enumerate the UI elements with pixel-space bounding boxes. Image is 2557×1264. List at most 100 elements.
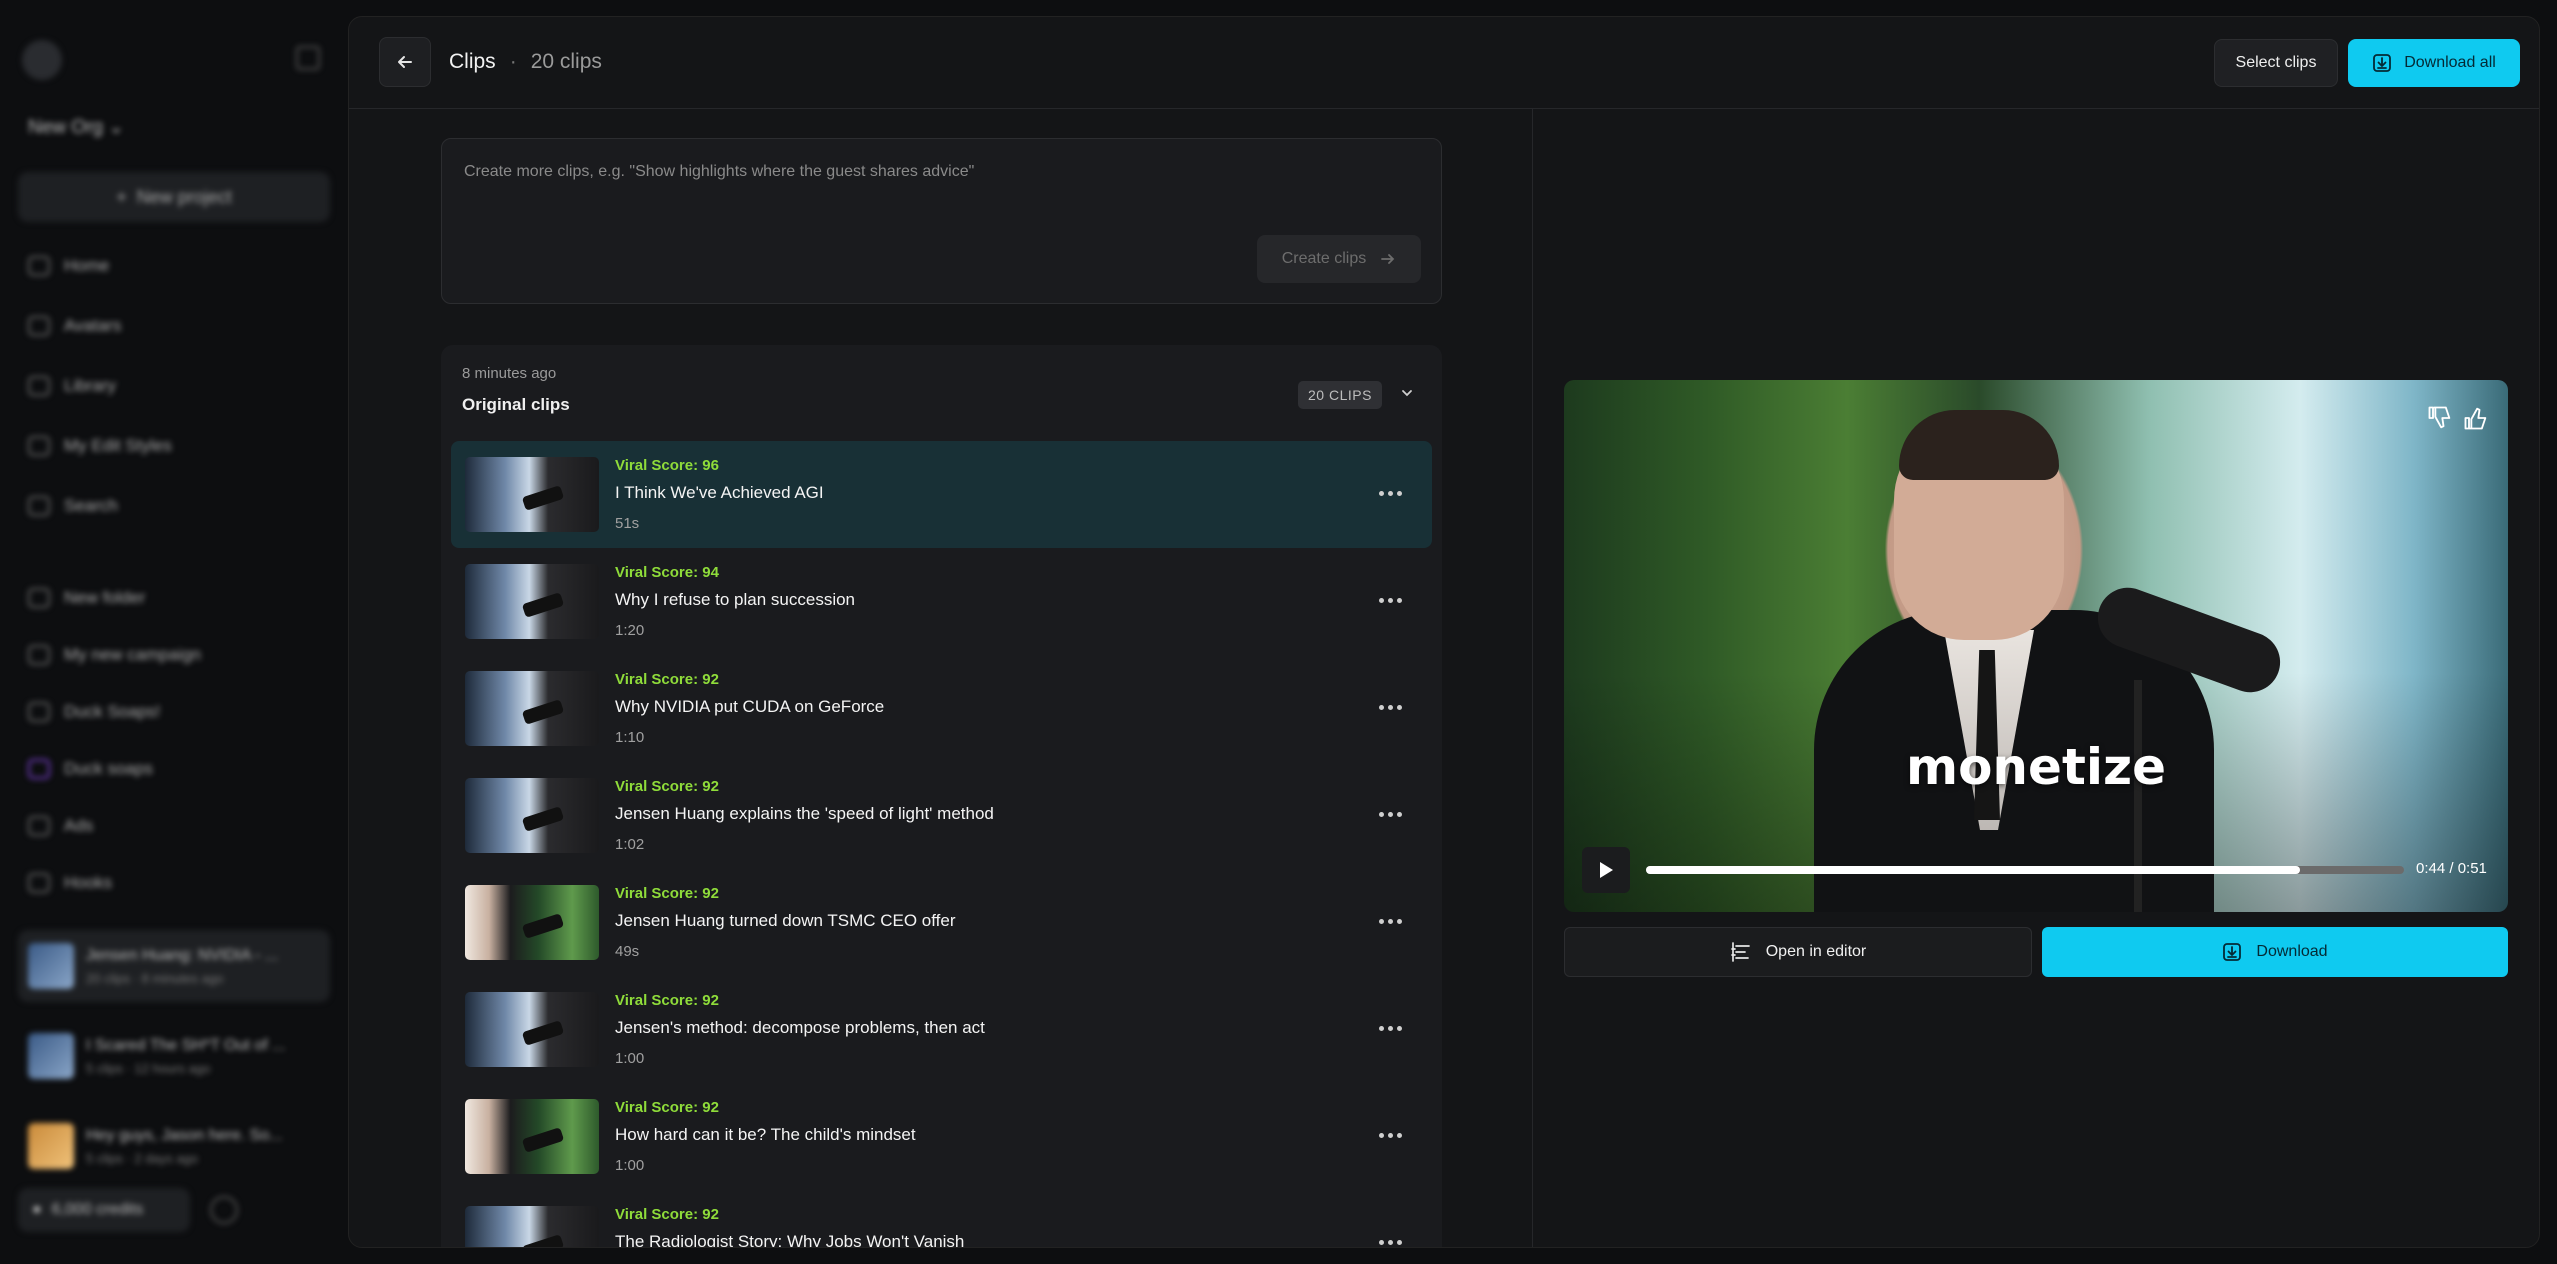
arrow-left-icon xyxy=(398,56,412,68)
viral-score: Viral Score: 94 xyxy=(615,564,719,581)
sidebar-item-label: Avatars xyxy=(64,316,122,335)
group-time: 8 minutes ago xyxy=(462,365,557,382)
library-icon xyxy=(28,376,50,396)
campaign-icon xyxy=(28,759,50,779)
viral-score: Viral Score: 96 xyxy=(615,457,719,474)
viral-score: Viral Score: 92 xyxy=(615,1099,719,1116)
recent-project-meta: 20 clips · 8 minutes ago xyxy=(86,970,224,986)
clip-thumbnail xyxy=(465,671,599,746)
recent-project-meta: 5 clips · 12 hours ago xyxy=(86,1060,211,1076)
more-options-icon[interactable] xyxy=(1373,806,1408,823)
arrow-right-icon xyxy=(1381,254,1395,264)
sidebar-folder[interactable]: New folder xyxy=(28,588,145,608)
video-preview[interactable]: monetize 0:44 / 0:51 xyxy=(1564,380,2508,912)
folder-icon xyxy=(28,588,50,608)
sidebar-item-avatars[interactable]: Avatars xyxy=(28,316,121,336)
more-options-icon[interactable] xyxy=(1373,485,1408,502)
create-clips-button[interactable]: Create clips xyxy=(1257,235,1421,283)
clip-title: Jensen Huang turned down TSMC CEO offer xyxy=(615,911,956,930)
clip-duration: 1:10 xyxy=(615,729,645,746)
clip-row[interactable]: Viral Score: 92 How hard can it be? The … xyxy=(451,1083,1432,1190)
viral-score: Viral Score: 92 xyxy=(615,885,719,902)
clip-duration: 49s xyxy=(615,943,640,960)
open-in-editor-label: Open in editor xyxy=(1765,943,1867,960)
clip-duration: 1:20 xyxy=(615,622,645,639)
clip-row[interactable]: Viral Score: 92 The Radiologist Story: W… xyxy=(451,1190,1432,1247)
more-options-icon[interactable] xyxy=(1373,913,1408,930)
viral-score: Viral Score: 92 xyxy=(615,992,719,1009)
collapse-sidebar-icon[interactable] xyxy=(296,46,320,70)
clip-row[interactable]: Viral Score: 92 Jensen's method: decompo… xyxy=(451,976,1432,1083)
new-project-label: New project xyxy=(136,186,232,207)
thumbs-up-icon[interactable] xyxy=(2458,400,2494,436)
clip-row[interactable]: Viral Score: 94 Why I refuse to plan suc… xyxy=(451,548,1432,655)
org-switcher[interactable]: New Org ⌄ xyxy=(28,116,124,139)
create-clips-label: Create clips xyxy=(1281,250,1367,267)
recent-project[interactable]: I Scared The SH*T Out of ... 5 clips · 12… xyxy=(18,1020,330,1092)
more-options-icon[interactable] xyxy=(1373,1127,1408,1144)
clip-title: Jensen's method: decompose problems, the… xyxy=(615,1018,985,1037)
styles-icon xyxy=(28,436,50,456)
clip-title: Why I refuse to plan succession xyxy=(615,590,856,609)
sidebar-item-label: Duck soaps xyxy=(64,759,153,778)
sidebar-folder[interactable]: Duck Soaps! xyxy=(28,702,160,722)
credits-label: 6,000 credits xyxy=(51,1201,144,1218)
thumbs-down-icon[interactable] xyxy=(2422,400,2458,436)
credits-button[interactable]: ● 6,000 credits xyxy=(18,1188,190,1232)
back-button[interactable] xyxy=(379,37,431,87)
recent-project[interactable]: Jensen Huang: NVIDIA - ... 20 clips · 8 m… xyxy=(18,930,330,1002)
more-options-icon[interactable] xyxy=(1373,1020,1408,1037)
help-icon[interactable] xyxy=(210,1196,238,1224)
sidebar-item-home[interactable]: Home xyxy=(28,256,109,276)
download-all-label: Download all xyxy=(2404,54,2496,71)
sidebar-item-library[interactable]: Library xyxy=(28,376,116,396)
create-clips-prompt[interactable]: Create more clips, e.g. "Show highlights… xyxy=(441,138,1442,304)
recent-project-meta: 5 clips · 2 days ago xyxy=(86,1150,199,1166)
sidebar-folder[interactable]: My new campaign xyxy=(28,645,201,665)
clip-duration: 1:02 xyxy=(615,836,645,853)
clip-row[interactable]: Viral Score: 92 Why NVIDIA put CUDA on G… xyxy=(451,655,1432,762)
main-panel: Clips · 20 clips Select clips Download a… xyxy=(348,16,2540,1248)
sidebar-item-edit-styles[interactable]: My Edit Styles xyxy=(28,436,172,456)
sidebar-folder[interactable]: Ads xyxy=(28,816,93,836)
video-progress-bar[interactable] xyxy=(1646,866,2404,874)
clip-row[interactable]: Viral Score: 92 Jensen Huang explains th… xyxy=(451,762,1432,869)
clip-thumbnail xyxy=(465,992,599,1067)
clips-group: 8 minutes ago Original clips 20 CLIPS Vi… xyxy=(441,345,1442,1247)
clip-row[interactable]: Viral Score: 96 I Think We've Achieved A… xyxy=(451,441,1432,548)
more-options-icon[interactable] xyxy=(1373,592,1408,609)
play-button[interactable] xyxy=(1582,847,1630,893)
sidebar-item-label: My Edit Styles xyxy=(64,436,172,455)
recent-project-title: I Scared The SH*T Out of ... xyxy=(86,1036,286,1054)
video-frame-mic-stand xyxy=(2134,680,2142,912)
sidebar-item-search[interactable]: Search xyxy=(28,496,118,516)
more-options-icon[interactable] xyxy=(1373,1234,1408,1247)
video-progress-fill xyxy=(1646,866,2301,874)
folder-icon xyxy=(28,816,50,836)
clip-title: How hard can it be? The child's mindset xyxy=(615,1125,916,1144)
sidebar-item-label: Search xyxy=(64,496,118,515)
download-button[interactable]: Download xyxy=(2042,927,2508,977)
clips-column: Create more clips, e.g. "Show highlights… xyxy=(349,109,1532,1247)
clip-thumbnail xyxy=(465,778,599,853)
more-options-icon[interactable] xyxy=(1373,699,1408,716)
clip-thumbnail xyxy=(465,457,599,532)
page-title-text: Clips xyxy=(449,50,496,73)
recent-project[interactable]: Hey guys, Jason here. So... 5 clips · 2 d… xyxy=(18,1110,330,1182)
clip-title: Why NVIDIA put CUDA on GeForce xyxy=(615,697,885,716)
new-project-button[interactable]: + New project xyxy=(18,172,330,222)
clip-row[interactable]: Viral Score: 92 Jensen Huang turned down… xyxy=(451,869,1432,976)
video-caption: monetize xyxy=(1905,738,2166,796)
sidebar-folder[interactable]: Duck soaps xyxy=(28,759,153,779)
download-all-button[interactable]: Download all xyxy=(2348,39,2520,87)
plus-icon: + xyxy=(116,186,127,207)
sidebar-item-label: Duck Soaps! xyxy=(64,702,161,721)
download-icon xyxy=(2373,54,2392,72)
chevron-down-icon[interactable] xyxy=(1401,387,1413,399)
coin-icon: ● xyxy=(32,1201,42,1218)
org-logo[interactable] xyxy=(22,40,62,80)
open-in-editor-button[interactable]: Open in editor xyxy=(1564,927,2032,977)
select-clips-button[interactable]: Select clips xyxy=(2214,39,2338,87)
sidebar-folder[interactable]: Hooks xyxy=(28,873,112,893)
recent-project-thumbnail xyxy=(28,1123,74,1169)
